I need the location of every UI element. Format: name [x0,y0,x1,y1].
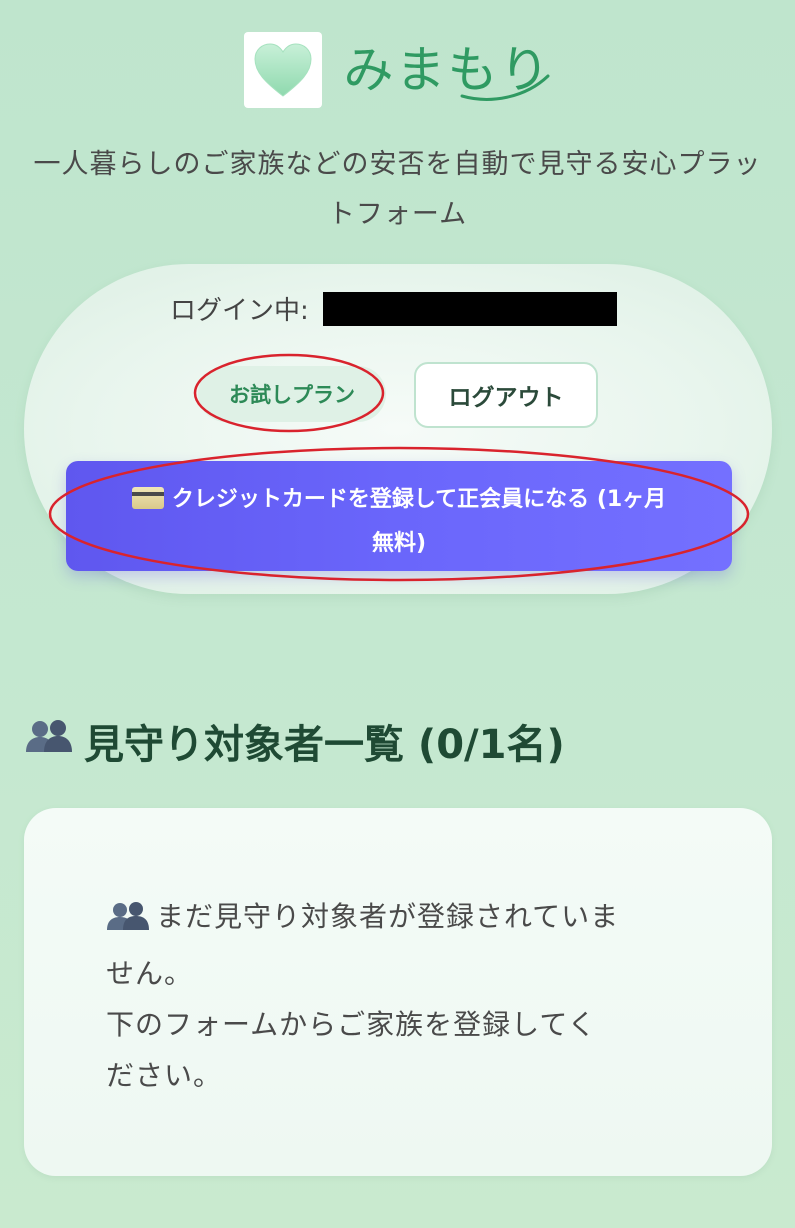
people-icon [106,897,150,948]
tagline: 一人暮らしのご家族などの安否を自動で見守る安心プラットフォーム [33,149,762,230]
empty-line-4: ださい。 [106,1059,223,1092]
annotation-circle [48,446,750,582]
people-icon [24,716,74,766]
empty-line-1: まだ見守り対象者が登録されていま [106,891,706,948]
login-status: ログイン中: [170,290,617,327]
logout-button[interactable]: ログアウト [414,362,598,428]
empty-line-3: 下のフォームからご家族を登録してく [106,1008,597,1041]
redacted-username [322,291,617,326]
watch-list-title-text: 見守り対象者一覧 (0/1名) [84,722,565,768]
annotation-circle [193,353,385,433]
empty-line-2: せん。 [106,957,194,990]
empty-state-message: まだ見守り対象者が登録されていま せん。 下のフォームからご家族を登録してく だ… [106,891,706,1101]
login-label: ログイン中: [170,296,309,326]
logo-swash [460,74,550,101]
watch-list-title: 見守り対象者一覧 (0/1名) [24,712,565,770]
